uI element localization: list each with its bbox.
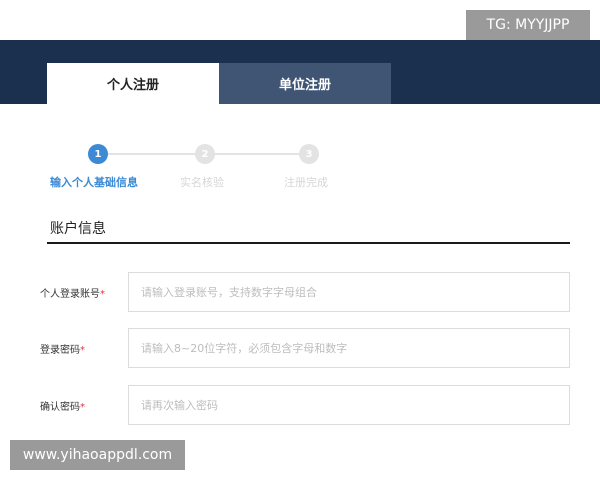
step-1-number: 1 — [94, 148, 102, 160]
step-3-number: 3 — [305, 148, 313, 160]
confirm-password-input[interactable] — [128, 385, 570, 425]
section-title: 账户信息 — [50, 221, 106, 237]
watermark-bottom: www.yihaoappdl.com — [10, 440, 185, 470]
watermark-top: TG: MYYJJPP — [466, 10, 590, 40]
required-mark: * — [80, 345, 85, 356]
account-label-text: 个人登录账号 — [40, 289, 100, 300]
password-input[interactable] — [128, 328, 570, 368]
step-3-label: 注册完成 — [284, 176, 328, 189]
section-divider — [47, 242, 570, 244]
required-mark: * — [100, 289, 105, 300]
step-2-number: 2 — [201, 148, 209, 160]
step-connector-2 — [214, 153, 300, 155]
step-1-circle: 1 — [88, 144, 108, 164]
password-field-label: 登录密码* — [40, 341, 122, 356]
tab-personal-registration[interactable]: 个人注册 — [47, 63, 219, 104]
account-input[interactable] — [128, 272, 570, 312]
step-1-label: 输入个人基础信息 — [50, 176, 138, 189]
step-connector-1 — [108, 153, 196, 155]
tab-unit-registration[interactable]: 单位注册 — [219, 63, 391, 104]
account-field-label: 个人登录账号* — [40, 285, 122, 300]
password-label-text: 登录密码 — [40, 345, 80, 356]
step-2-circle: 2 — [195, 144, 215, 164]
step-3-circle: 3 — [299, 144, 319, 164]
step-2-label: 实名核验 — [180, 176, 224, 189]
confirm-password-field-label: 确认密码* — [40, 398, 122, 413]
required-mark: * — [80, 402, 85, 413]
tab-unit-label: 单位注册 — [278, 78, 331, 93]
confirm-password-label-text: 确认密码 — [40, 402, 80, 413]
tab-personal-label: 个人注册 — [106, 78, 159, 93]
